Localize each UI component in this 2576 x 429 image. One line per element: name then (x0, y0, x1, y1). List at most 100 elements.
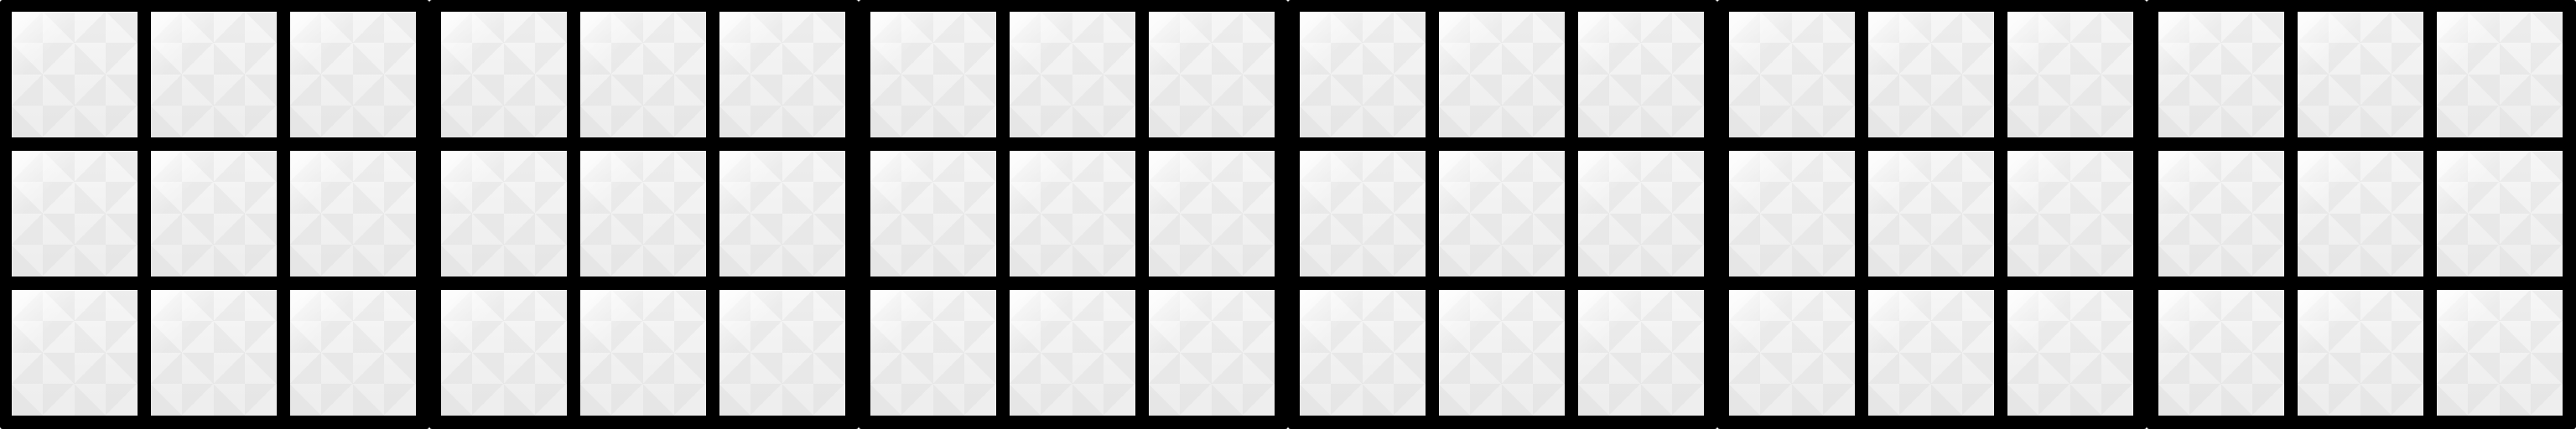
board-cell-r3-c2[interactable] (1439, 290, 1565, 416)
cell-mark (1010, 290, 1135, 416)
board-cell-r1-c3[interactable] (2007, 12, 2133, 137)
cell-mark (1578, 290, 1704, 416)
cell-mark (719, 12, 845, 137)
cell-mark (870, 12, 996, 137)
board-cell-r1-c2[interactable] (1439, 12, 1565, 137)
cell-mark (12, 151, 138, 277)
cell-mark (2158, 12, 2284, 137)
board-cell-r1-c1[interactable] (2158, 12, 2284, 137)
board-cell-r3-c3[interactable] (1578, 290, 1704, 416)
board-cell-r2-c1[interactable] (1729, 151, 1855, 277)
cell-mark (719, 151, 845, 277)
board-cell-r1-c1[interactable] (1729, 12, 1855, 137)
cell-mark (1439, 151, 1565, 277)
board-cell-r3-c1[interactable] (1300, 290, 1426, 416)
board-cell-r3-c3[interactable] (2007, 290, 2133, 416)
board-cell-r3-c1[interactable] (12, 290, 138, 416)
cell-mark (2158, 151, 2284, 277)
board-cell-r1-c3[interactable] (1149, 12, 1275, 137)
cell-mark (2007, 290, 2133, 416)
cell-mark (1868, 12, 1994, 137)
cell-mark (1578, 151, 1704, 277)
board-cell-r3-c3[interactable] (719, 290, 845, 416)
board-cell-r2-c2[interactable] (2298, 151, 2423, 277)
board-cell-r2-c2[interactable] (580, 151, 706, 277)
cell-mark (1439, 290, 1565, 416)
board-cell-r2-c1[interactable] (2158, 151, 2284, 277)
board-cell-r2-c1[interactable] (441, 151, 567, 277)
board-cell-r3-c1[interactable] (1729, 290, 1855, 416)
cell-mark (1729, 12, 1855, 137)
board-cell-r1-c1[interactable] (1300, 12, 1426, 137)
board-cell-r3-c3[interactable] (2437, 290, 2563, 416)
board-cell-r1-c2[interactable] (1868, 12, 1994, 137)
cell-mark (2437, 12, 2563, 137)
board-cell-r2-c3[interactable] (719, 151, 845, 277)
board-cell-r2-c2[interactable] (151, 151, 277, 277)
board-cell-r1-c1[interactable] (870, 12, 996, 137)
game-board-4 (1288, 0, 1717, 429)
board-cell-r3-c1[interactable] (870, 290, 996, 416)
cell-mark (151, 290, 277, 416)
cell-mark (290, 12, 416, 137)
board-cell-r2-c1[interactable] (1300, 151, 1426, 277)
board-cell-r2-c2[interactable] (1010, 151, 1135, 277)
cell-mark (1149, 151, 1275, 277)
cell-mark (2437, 290, 2563, 416)
cell-mark (1300, 12, 1426, 137)
cell-mark (1868, 151, 1994, 277)
board-cell-r3-c2[interactable] (1010, 290, 1135, 416)
cell-mark (2007, 12, 2133, 137)
board-cell-r3-c3[interactable] (290, 290, 416, 416)
cell-mark (580, 151, 706, 277)
cell-mark (580, 12, 706, 137)
board-cell-r3-c2[interactable] (2298, 290, 2423, 416)
cell-mark (1439, 12, 1565, 137)
game-board-5 (1717, 0, 2147, 429)
cell-mark (2007, 151, 2133, 277)
board-cell-r3-c2[interactable] (151, 290, 277, 416)
cell-mark (580, 290, 706, 416)
board-cell-r1-c2[interactable] (2298, 12, 2423, 137)
board-cell-r1-c3[interactable] (290, 12, 416, 137)
board-cell-r2-c2[interactable] (1439, 151, 1565, 277)
cell-mark (1868, 290, 1994, 416)
board-cell-r1-c3[interactable] (1578, 12, 1704, 137)
tic-tac-toe-board-strip (0, 0, 2576, 429)
game-board-2 (429, 0, 859, 429)
board-cell-r1-c3[interactable] (719, 12, 845, 137)
cell-mark (1729, 290, 1855, 416)
cell-mark (2158, 290, 2284, 416)
cell-mark (1149, 12, 1275, 137)
cell-mark (441, 12, 567, 137)
cell-mark (290, 290, 416, 416)
board-cell-r2-c2[interactable] (1868, 151, 1994, 277)
board-cell-r1-c1[interactable] (441, 12, 567, 137)
board-cell-r1-c3[interactable] (2437, 12, 2563, 137)
board-cell-r1-c2[interactable] (580, 12, 706, 137)
cell-mark (2437, 151, 2563, 277)
board-cell-r2-c3[interactable] (2007, 151, 2133, 277)
game-board-6 (2147, 0, 2576, 429)
cell-mark (1578, 12, 1704, 137)
board-cell-r2-c1[interactable] (12, 151, 138, 277)
board-cell-r2-c3[interactable] (2437, 151, 2563, 277)
board-cell-r2-c3[interactable] (290, 151, 416, 277)
board-cell-r2-c3[interactable] (1149, 151, 1275, 277)
cell-mark (719, 290, 845, 416)
cell-mark (12, 12, 138, 137)
board-cell-r3-c2[interactable] (1868, 290, 1994, 416)
board-cell-r3-c3[interactable] (1149, 290, 1275, 416)
cell-mark (2298, 290, 2423, 416)
board-cell-r1-c2[interactable] (151, 12, 277, 137)
board-cell-r3-c1[interactable] (2158, 290, 2284, 416)
cell-mark (2298, 151, 2423, 277)
board-cell-r3-c1[interactable] (441, 290, 567, 416)
cell-mark (151, 12, 277, 137)
board-cell-r1-c1[interactable] (12, 12, 138, 137)
board-cell-r2-c3[interactable] (1578, 151, 1704, 277)
cell-mark (441, 151, 567, 277)
board-cell-r3-c2[interactable] (580, 290, 706, 416)
board-cell-r1-c2[interactable] (1010, 12, 1135, 137)
board-cell-r2-c1[interactable] (870, 151, 996, 277)
